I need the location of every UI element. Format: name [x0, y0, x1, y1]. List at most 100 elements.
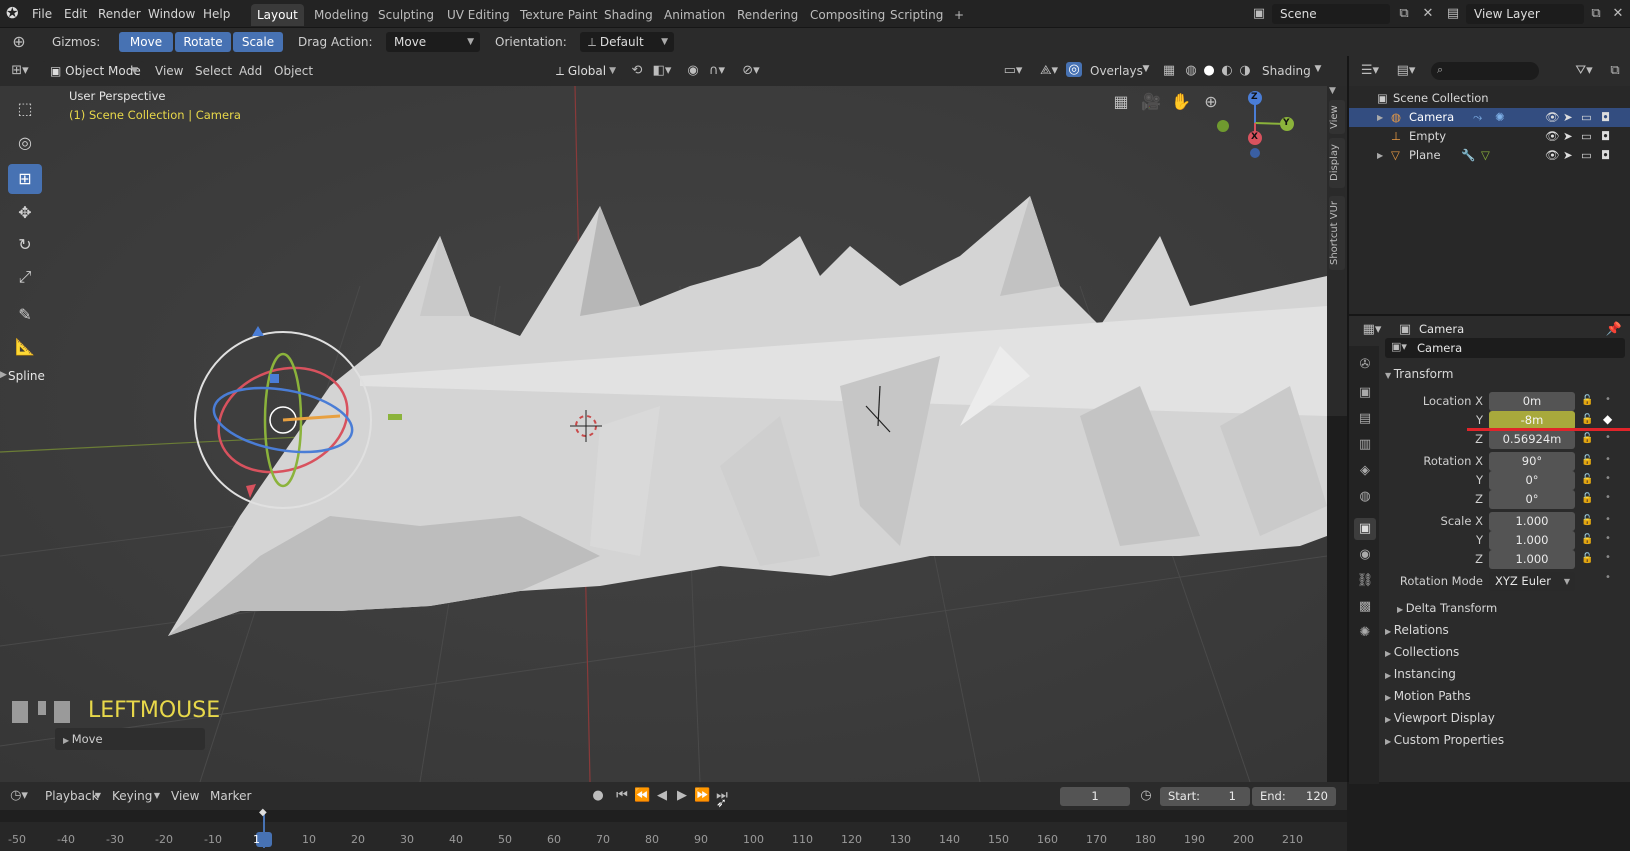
outliner-search-input[interactable]: ⌕: [1431, 62, 1539, 80]
3d-viewport[interactable]: User Perspective (1) Scene Collection | …: [0, 86, 1327, 782]
orientation-dropdown[interactable]: ⟂ Default ▼: [580, 32, 674, 52]
prev-keyframe-icon[interactable]: ⏪: [634, 788, 650, 803]
tab-display[interactable]: Display: [1329, 138, 1345, 188]
move-tool-icon[interactable]: ✥: [8, 198, 42, 228]
viewport-monitor-icon[interactable]: ▭: [1581, 108, 1592, 127]
render-camera-icon[interactable]: ◘: [1601, 146, 1610, 165]
lock-icon[interactable]: 🔓: [1581, 553, 1593, 564]
tab-rendering[interactable]: Rendering: [731, 4, 804, 26]
location-z-field[interactable]: 0.56924m: [1489, 430, 1575, 449]
viewport-display-panel[interactable]: ▶ Viewport Display: [1385, 708, 1495, 728]
custom-properties-panel[interactable]: ▶ Custom Properties: [1385, 730, 1504, 750]
outliner-editor-icon[interactable]: ☰▾: [1357, 63, 1383, 78]
menu-select[interactable]: Select: [195, 61, 232, 81]
render-camera-icon[interactable]: ◘: [1601, 108, 1610, 127]
material-shading-icon[interactable]: ◐: [1218, 63, 1236, 78]
collections-panel[interactable]: ▶ Collections: [1385, 642, 1459, 662]
menu-playback[interactable]: Playback: [45, 786, 99, 806]
transform-affect-icon[interactable]: ⊘▾: [738, 63, 764, 78]
menu-marker[interactable]: Marker: [210, 786, 251, 806]
navigation-gizmo[interactable]: Z Y X: [1205, 88, 1295, 168]
falloff-icon[interactable]: ∩▾: [704, 63, 730, 78]
view-object-types-icon[interactable]: ▭▾: [1000, 63, 1026, 78]
object-datablock-field[interactable]: ▣▾ Camera: [1385, 338, 1625, 358]
start-frame-field[interactable]: Start: 1: [1160, 787, 1250, 806]
menu-render[interactable]: Render: [98, 0, 141, 28]
render-tab-icon[interactable]: ▣: [1354, 382, 1376, 404]
tab-modeling[interactable]: Modeling: [308, 4, 375, 26]
overlays-dropdown[interactable]: Overlays: [1090, 61, 1143, 81]
pin-icon[interactable]: 📌: [1605, 322, 1623, 337]
rotation-y-field[interactable]: 0°: [1489, 471, 1575, 490]
delta-transform-header[interactable]: ▶ Delta Transform: [1397, 598, 1497, 618]
timeline-editor-icon[interactable]: ◷▾: [6, 788, 32, 803]
active-tool-icon[interactable]: ⊕: [8, 32, 30, 51]
select-box-icon[interactable]: ⬚: [8, 94, 42, 124]
pan-hand-icon[interactable]: ✋: [1170, 92, 1192, 111]
selectable-arrow-icon[interactable]: ➤: [1563, 108, 1573, 127]
measure-tool-icon[interactable]: 📐: [8, 332, 42, 362]
proportional-edit-icon[interactable]: ◉: [684, 63, 702, 78]
spline-panel-label[interactable]: Spline: [8, 369, 45, 383]
menu-view-timeline[interactable]: View: [171, 786, 199, 806]
frame-ruler[interactable]: -50 -40 -30 -20 -10 1 10 20 30 40 50 60 70 80 90 100 110…: [0, 822, 1347, 851]
lock-icon[interactable]: 🔓: [1581, 455, 1593, 466]
camera-view-icon[interactable]: 🎥: [1140, 92, 1162, 111]
render-camera-icon[interactable]: ◘: [1601, 127, 1610, 146]
keyframe-dot-icon[interactable]: •: [1605, 572, 1611, 583]
gizmo-rotate-toggle[interactable]: Rotate: [175, 32, 231, 52]
gizmo-move-toggle[interactable]: Move: [119, 32, 173, 52]
scale-tool-icon[interactable]: ⤢: [8, 262, 42, 292]
visibility-eye-icon[interactable]: 👁: [1545, 146, 1560, 165]
expand-icon[interactable]: ▶: [1377, 108, 1383, 127]
viewlayer-copy-icon[interactable]: ⧉: [1586, 6, 1606, 21]
next-keyframe-icon[interactable]: ⏩: [694, 788, 710, 803]
grid-view-icon[interactable]: ▦: [1110, 92, 1132, 111]
new-collection-icon[interactable]: ⧉: [1605, 63, 1625, 78]
viewport-monitor-icon[interactable]: ▭: [1581, 146, 1592, 165]
rotation-x-field[interactable]: 90°: [1489, 452, 1575, 471]
selectable-arrow-icon[interactable]: ➤: [1563, 127, 1573, 146]
object-mode-dropdown[interactable]: ▣ Object Mode ▼: [42, 61, 144, 81]
timeline-keyframe-area[interactable]: [0, 810, 1347, 822]
tab-sculpting[interactable]: Sculpting: [372, 4, 440, 26]
jump-start-icon[interactable]: ⏮: [614, 788, 630, 803]
last-operator-panel[interactable]: ▶ Move: [55, 728, 205, 750]
keyframe-diamond-icon[interactable]: ◆: [1603, 412, 1612, 426]
scene-close-icon[interactable]: ✕: [1418, 6, 1438, 21]
data-tab-icon[interactable]: ✺: [1354, 622, 1376, 644]
lock-icon[interactable]: 🔓: [1581, 414, 1593, 425]
tab-shading[interactable]: Shading: [598, 4, 659, 26]
scene-copy-icon[interactable]: ⧉: [1394, 6, 1414, 21]
tab-shortcut-vur[interactable]: Shortcut VUr: [1329, 196, 1345, 270]
visibility-eye-icon[interactable]: 👁: [1545, 127, 1560, 146]
motion-paths-panel[interactable]: ▶ Motion Paths: [1385, 686, 1471, 706]
tab-scripting[interactable]: Scripting: [884, 4, 949, 26]
properties-editor-icon[interactable]: ▦▾: [1359, 322, 1385, 337]
viewport-monitor-icon[interactable]: ▭: [1581, 127, 1592, 146]
scene-selector[interactable]: Scene: [1272, 4, 1390, 24]
outliner-row-scene-collection[interactable]: ▣ Scene Collection: [1349, 89, 1630, 108]
end-frame-field[interactable]: End: 120: [1252, 787, 1336, 806]
keyframe-dot-icon[interactable]: •: [1605, 394, 1611, 405]
menu-object[interactable]: Object: [274, 61, 313, 81]
physics-tab-icon[interactable]: ◉: [1354, 544, 1376, 566]
shading-chevron-icon[interactable]: ▼: [1312, 64, 1324, 74]
menu-edit[interactable]: Edit: [64, 0, 87, 28]
world-tab-icon[interactable]: ◍: [1354, 486, 1376, 508]
lock-icon[interactable]: 🔓: [1581, 474, 1593, 485]
playback-chevron-icon[interactable]: ▼: [93, 791, 103, 800]
keyframe-dot-icon[interactable]: •: [1605, 492, 1611, 503]
tool-tab-icon[interactable]: ✇: [1354, 354, 1376, 376]
outliner-row-plane[interactable]: ▶ ▽ Plane 🔧 ▽ 👁 ➤ ▭ ◘: [1349, 146, 1630, 165]
keyframe-dot-icon[interactable]: •: [1605, 473, 1611, 484]
rotation-z-field[interactable]: 0°: [1489, 490, 1575, 509]
menu-view[interactable]: View: [155, 61, 183, 81]
lock-icon[interactable]: 🔓: [1581, 493, 1593, 504]
tab-layout[interactable]: Layout: [251, 4, 304, 26]
view-layer-tab-icon[interactable]: ▥: [1354, 434, 1376, 456]
tab-texture-paint[interactable]: Texture Paint: [514, 4, 603, 26]
scale-y-field[interactable]: 1.000: [1489, 531, 1575, 550]
lock-icon[interactable]: 🔓: [1581, 395, 1593, 406]
outliner-row-camera[interactable]: ▶ ◍ Camera ⤳ ✺ 👁 ➤ ▭ ◘: [1349, 108, 1630, 127]
